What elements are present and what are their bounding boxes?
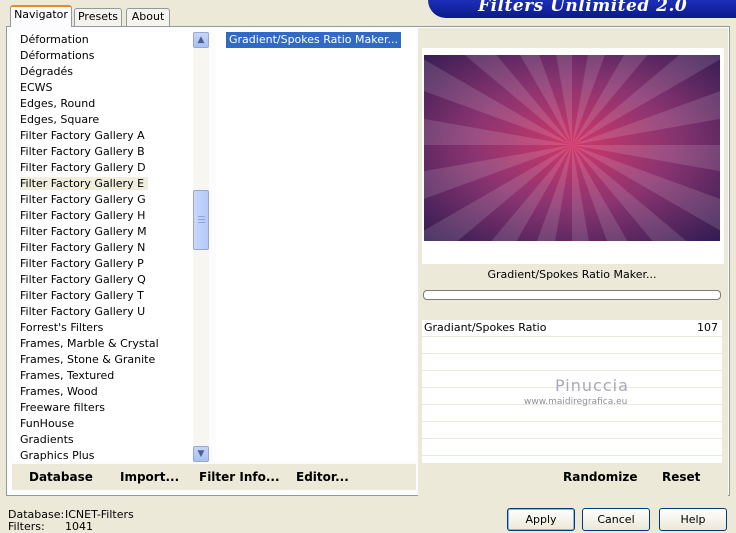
- category-label: Freeware filters: [20, 401, 105, 414]
- category-label: Frames, Textured: [20, 369, 115, 382]
- category-item[interactable]: Filter Factory Gallery A: [14, 128, 194, 144]
- help-button[interactable]: Help: [659, 508, 727, 531]
- category-item[interactable]: Filter Factory Gallery M: [14, 224, 194, 240]
- filter-list[interactable]: Gradient/Spokes Ratio Maker...: [216, 32, 416, 462]
- category-label: Filter Factory Gallery B: [20, 145, 145, 158]
- reset-button[interactable]: Reset: [662, 470, 700, 484]
- filter-info-button[interactable]: Filter Info...: [199, 470, 280, 484]
- category-label: FunHouse: [20, 417, 75, 430]
- category-scrollbar[interactable]: ▲ ▼: [193, 32, 209, 462]
- preview-toolbar: Randomize Reset: [422, 464, 722, 490]
- category-item[interactable]: Filter Factory Gallery N: [14, 240, 194, 256]
- filter-item-selected[interactable]: Gradient/Spokes Ratio Maker...: [226, 32, 401, 48]
- banner-title: Filters Unlimited 2.0: [478, 0, 688, 16]
- parameter-row[interactable]: Gradiant/Spokes Ratio 107: [422, 320, 722, 337]
- category-item[interactable]: Frames, Wood: [14, 384, 194, 400]
- parameter-row[interactable]: [422, 422, 722, 439]
- category-label: Filter Factory Gallery P: [20, 257, 144, 270]
- import-button[interactable]: Import...: [120, 470, 179, 484]
- category-label: Edges, Square: [20, 113, 100, 126]
- grip-line: [198, 222, 205, 223]
- category-item[interactable]: Filter Factory Gallery D: [14, 160, 194, 176]
- category-label: Filter Factory Gallery A: [20, 129, 145, 142]
- category-item[interactable]: Filter Factory Gallery B: [14, 144, 194, 160]
- category-label: ECWS: [20, 81, 53, 94]
- tab-navigator[interactable]: Navigator: [10, 5, 72, 27]
- filters-value: 1041: [65, 520, 93, 533]
- progress-bar: [423, 290, 721, 300]
- category-label: Déformations: [20, 49, 95, 62]
- category-label: Filter Factory Gallery M: [20, 225, 147, 238]
- category-label: Frames, Wood: [20, 385, 98, 398]
- watermark-name: Pinuccia: [555, 376, 629, 395]
- category-label: Filter Factory Gallery T: [20, 289, 144, 302]
- grip-line: [198, 216, 205, 217]
- randomize-button[interactable]: Randomize: [563, 470, 637, 484]
- editor-button[interactable]: Editor...: [296, 470, 349, 484]
- parameter-value[interactable]: 107: [697, 320, 718, 336]
- category-item[interactable]: Edges, Round: [14, 96, 194, 112]
- category-item[interactable]: Dégradés: [14, 64, 194, 80]
- navigator-toolbar: Database Import... Filter Info... Editor…: [12, 464, 416, 490]
- tab-presets[interactable]: Presets: [74, 8, 122, 26]
- scroll-up-button[interactable]: ▲: [193, 32, 209, 48]
- category-label: Filter Factory Gallery D: [20, 161, 146, 174]
- preview-image: [424, 55, 720, 241]
- filters-label: Filters:: [8, 520, 45, 533]
- category-label: Edges, Round: [20, 97, 96, 110]
- category-item[interactable]: Graphics Plus: [14, 448, 194, 462]
- category-label: Filter Factory Gallery H: [20, 209, 146, 222]
- category-label: Dégradés: [20, 65, 73, 78]
- category-label: Gradients: [20, 433, 74, 446]
- category-item[interactable]: Gradients: [14, 432, 194, 448]
- category-item[interactable]: Frames, Stone & Granite: [14, 352, 194, 368]
- tab-about[interactable]: About: [126, 8, 170, 26]
- category-list[interactable]: Déformation Déformations Dégradés ECWS Edges…: [14, 32, 194, 462]
- app-banner: Filters Unlimited 2.0: [428, 0, 736, 18]
- watermark-url: www.maidiregrafica.eu: [524, 397, 628, 407]
- category-item[interactable]: Forrest's Filters: [14, 320, 194, 336]
- parameter-row[interactable]: [422, 405, 722, 422]
- category-item[interactable]: Edges, Square: [14, 112, 194, 128]
- category-item[interactable]: ECWS: [14, 80, 194, 96]
- category-label: Filter Factory Gallery G: [20, 193, 146, 206]
- category-label: Frames, Marble & Crystal: [20, 337, 159, 350]
- category-item[interactable]: Frames, Marble & Crystal: [14, 336, 194, 352]
- parameter-name: Gradiant/Spokes Ratio: [424, 321, 547, 334]
- category-item[interactable]: Filter Factory Gallery H: [14, 208, 194, 224]
- category-item[interactable]: Filter Factory Gallery Q: [14, 272, 194, 288]
- parameter-row[interactable]: [422, 337, 722, 354]
- category-item[interactable]: Filter Factory Gallery G: [14, 192, 194, 208]
- parameter-row[interactable]: [422, 439, 722, 456]
- category-item[interactable]: Filter Factory Gallery U: [14, 304, 194, 320]
- category-item[interactable]: Déformation: [14, 32, 194, 48]
- category-item[interactable]: Frames, Textured: [14, 368, 194, 384]
- preview-filter-name: Gradient/Spokes Ratio Maker...: [487, 268, 657, 281]
- grip-line: [198, 219, 205, 220]
- cancel-button[interactable]: Cancel: [582, 508, 650, 531]
- category-label: Filter Factory Gallery Q: [20, 273, 146, 286]
- category-item[interactable]: Freeware filters: [14, 400, 194, 416]
- category-label: Filter Factory Gallery N: [20, 241, 146, 254]
- category-label: Déformation: [20, 33, 89, 46]
- category-label: Filter Factory Gallery E: [20, 177, 149, 190]
- scroll-down-button[interactable]: ▼: [193, 446, 209, 462]
- category-item[interactable]: FunHouse: [14, 416, 194, 432]
- parameter-row[interactable]: [422, 354, 722, 371]
- database-button[interactable]: Database: [29, 470, 93, 484]
- apply-button[interactable]: Apply: [507, 508, 575, 531]
- category-label: Forrest's Filters: [20, 321, 104, 334]
- category-item[interactable]: Filter Factory Gallery P: [14, 256, 194, 272]
- category-label: Graphics Plus: [20, 449, 95, 462]
- category-label: Frames, Stone & Granite: [20, 353, 156, 366]
- category-label: Filter Factory Gallery U: [20, 305, 146, 318]
- category-item[interactable]: Filter Factory Gallery T: [14, 288, 194, 304]
- category-item[interactable]: Déformations: [14, 48, 194, 64]
- category-item[interactable]: Filter Factory Gallery E: [14, 176, 194, 192]
- scroll-thumb[interactable]: [193, 190, 209, 250]
